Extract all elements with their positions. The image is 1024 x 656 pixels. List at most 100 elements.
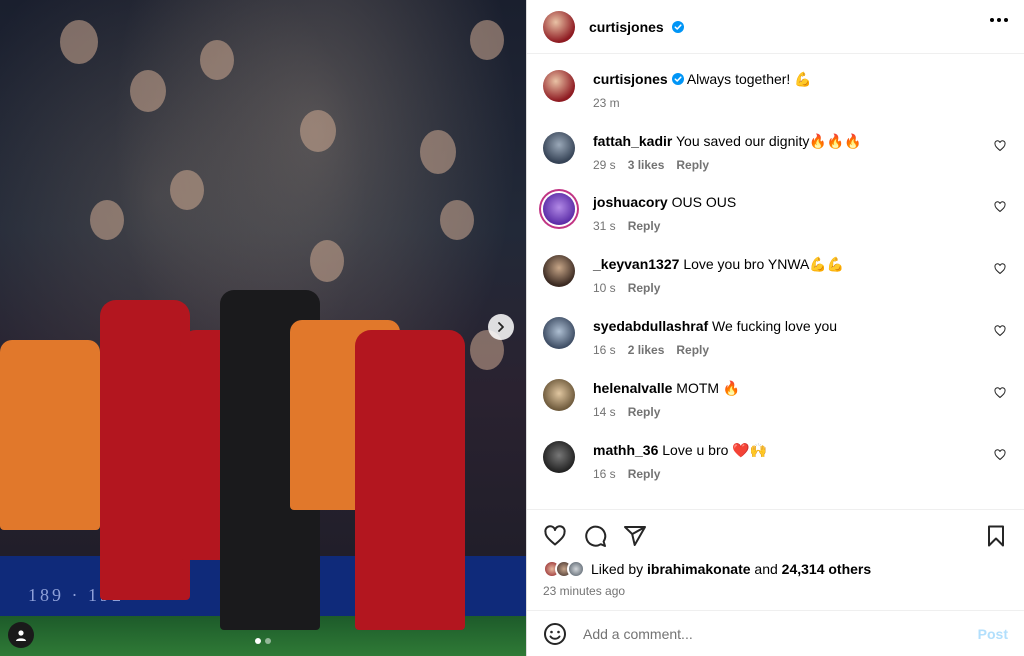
comment-username[interactable]: syedabdullashraf bbox=[593, 318, 708, 334]
comment-item: fattah_kadir You saved our dignity🔥🔥🔥 29… bbox=[543, 132, 1008, 172]
post-comment-button[interactable]: Post bbox=[978, 626, 1008, 642]
post-author-username[interactable]: curtisjones bbox=[589, 19, 684, 35]
player-figure bbox=[100, 300, 190, 600]
caption-meta: 23 m bbox=[593, 96, 1008, 110]
comment-meta: 16 s 2 likes Reply bbox=[593, 343, 1008, 357]
emoji-icon[interactable] bbox=[543, 622, 567, 646]
verified-badge-icon bbox=[671, 20, 684, 33]
share-send-icon[interactable] bbox=[623, 524, 647, 548]
post-actions: Liked by ibrahimakonate and 24,314 other… bbox=[527, 509, 1024, 610]
crowd-face bbox=[170, 170, 204, 210]
avatar[interactable] bbox=[543, 441, 575, 473]
more-options-button[interactable] bbox=[990, 18, 1008, 22]
crowd-face bbox=[420, 130, 456, 174]
avatar[interactable] bbox=[543, 132, 575, 164]
comment-icon[interactable] bbox=[583, 524, 607, 548]
crowd-face bbox=[60, 20, 98, 64]
avatar[interactable] bbox=[543, 317, 575, 349]
comment-item: mathh_36 Love u bro ❤️🙌 16 s Reply bbox=[543, 441, 1008, 481]
steward-figure bbox=[0, 340, 100, 530]
reply-button[interactable]: Reply bbox=[676, 343, 709, 357]
avatar[interactable] bbox=[543, 70, 575, 102]
caption-body: curtisjones Always together! 💪 23 m bbox=[593, 70, 1008, 110]
heart-icon[interactable] bbox=[994, 325, 1006, 337]
avatar[interactable] bbox=[543, 255, 575, 287]
timestamp[interactable]: 10 s bbox=[593, 281, 616, 295]
comments-list[interactable]: curtisjones Always together! 💪 23 m fatt… bbox=[527, 54, 1024, 509]
comment-likes[interactable]: 2 likes bbox=[628, 343, 665, 357]
more-horizontal-icon bbox=[990, 18, 994, 22]
reply-button[interactable]: Reply bbox=[628, 405, 661, 419]
crowd-face bbox=[90, 200, 124, 240]
crowd-face bbox=[310, 240, 344, 282]
caption-username[interactable]: curtisjones bbox=[593, 71, 668, 87]
liked-by-user[interactable]: ibrahimakonate bbox=[647, 561, 750, 577]
avatar bbox=[567, 560, 585, 578]
timestamp[interactable]: 16 s bbox=[593, 467, 616, 481]
add-comment-bar: Post bbox=[527, 610, 1024, 656]
comment-username[interactable]: helenalvalle bbox=[593, 380, 672, 396]
avatar[interactable] bbox=[543, 193, 575, 225]
verified-badge-icon bbox=[671, 73, 684, 85]
timestamp[interactable]: 14 s bbox=[593, 405, 616, 419]
avatar[interactable] bbox=[543, 379, 575, 411]
reply-button[interactable]: Reply bbox=[628, 219, 661, 233]
liked-by-avatars[interactable] bbox=[543, 560, 585, 578]
heart-icon[interactable] bbox=[994, 140, 1006, 152]
tagged-users-button[interactable] bbox=[8, 622, 34, 648]
comment-body: mathh_36 Love u bro ❤️🙌 16 s Reply bbox=[593, 441, 1008, 481]
comment-text: _keyvan1327 Love you bro YNWA💪💪 bbox=[593, 255, 1008, 273]
reply-button[interactable]: Reply bbox=[676, 158, 709, 172]
comment-username[interactable]: fattah_kadir bbox=[593, 133, 672, 149]
avatar[interactable] bbox=[543, 10, 575, 43]
post-timestamp[interactable]: 23 minutes ago bbox=[543, 584, 1008, 598]
caption: curtisjones Always together! 💪 23 m bbox=[543, 70, 1008, 110]
timestamp[interactable]: 29 s bbox=[593, 158, 616, 172]
comment-body: syedabdullashraf We fucking love you 16 … bbox=[593, 317, 1008, 357]
comment-item: _keyvan1327 Love you bro YNWA💪💪 10 s Rep… bbox=[543, 255, 1008, 295]
heart-icon[interactable] bbox=[994, 201, 1006, 213]
crowd-face bbox=[440, 200, 474, 240]
reply-button[interactable]: Reply bbox=[628, 467, 661, 481]
likes-count-link[interactable]: 24,314 others bbox=[782, 561, 872, 577]
crowd-face bbox=[300, 110, 336, 152]
comment-body: _keyvan1327 Love you bro YNWA💪💪 10 s Rep… bbox=[593, 255, 1008, 295]
carousel-next-button[interactable] bbox=[488, 314, 514, 340]
comment-meta: 14 s Reply bbox=[593, 405, 1008, 419]
comment-body: helenalvalle MOTM 🔥 14 s Reply bbox=[593, 379, 1008, 419]
reply-button[interactable]: Reply bbox=[628, 281, 661, 295]
carousel-dot bbox=[265, 638, 271, 644]
comment-likes[interactable]: 3 likes bbox=[628, 158, 665, 172]
more-horizontal-icon bbox=[997, 18, 1001, 22]
post-header: curtisjones bbox=[527, 0, 1024, 54]
comment-message: You saved our dignity🔥🔥🔥 bbox=[676, 133, 862, 149]
bookmark-icon[interactable] bbox=[984, 524, 1008, 548]
comment-input[interactable] bbox=[583, 625, 978, 642]
comment-message: OUS OUS bbox=[671, 194, 737, 210]
timestamp[interactable]: 16 s bbox=[593, 343, 616, 357]
comment-meta: 16 s Reply bbox=[593, 467, 1008, 481]
action-icons bbox=[543, 524, 1008, 548]
caption-message: Always together! 💪 bbox=[686, 71, 812, 87]
comment-username[interactable]: _keyvan1327 bbox=[593, 256, 679, 272]
liked-by: Liked by ibrahimakonate and 24,314 other… bbox=[543, 560, 1008, 578]
comment-username[interactable]: mathh_36 bbox=[593, 442, 658, 458]
crowd-face bbox=[200, 40, 234, 80]
like-heart-icon[interactable] bbox=[543, 524, 567, 548]
liked-by-connector: and bbox=[754, 561, 778, 577]
post-media[interactable]: 189 · 192 bbox=[0, 0, 526, 656]
comment-meta: 31 s Reply bbox=[593, 219, 1008, 233]
username-text[interactable]: curtisjones bbox=[589, 19, 664, 35]
timestamp[interactable]: 23 m bbox=[593, 96, 620, 110]
heart-icon[interactable] bbox=[994, 449, 1006, 461]
comment-message: Love you bro YNWA💪💪 bbox=[683, 256, 845, 272]
heart-icon[interactable] bbox=[994, 387, 1006, 399]
comment-item: syedabdullashraf We fucking love you 16 … bbox=[543, 317, 1008, 357]
post-side-panel: curtisjones curtisjones Always together!… bbox=[526, 0, 1024, 656]
comment-meta: 10 s Reply bbox=[593, 281, 1008, 295]
comment-username[interactable]: joshuacory bbox=[593, 194, 668, 210]
heart-icon[interactable] bbox=[994, 263, 1006, 275]
comment-message: MOTM 🔥 bbox=[676, 380, 741, 396]
timestamp[interactable]: 31 s bbox=[593, 219, 616, 233]
comment-text: joshuacory OUS OUS bbox=[593, 193, 1008, 211]
